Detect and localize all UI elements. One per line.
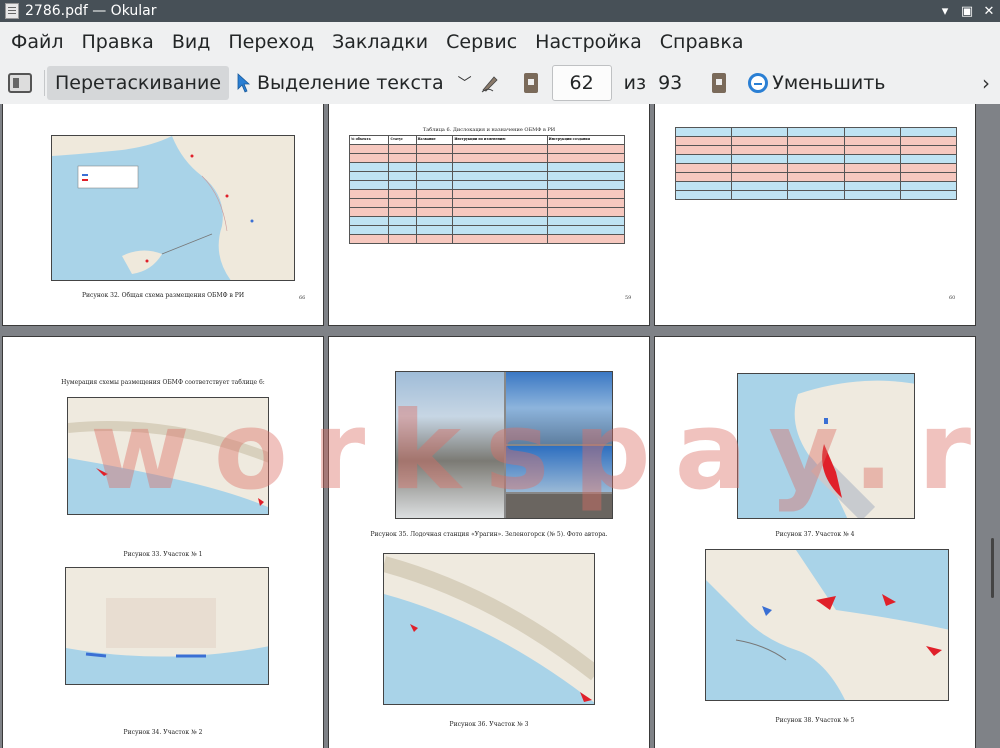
photo: [506, 446, 612, 492]
menu-bookmarks[interactable]: Закладки: [323, 31, 437, 53]
map-figure: [737, 373, 915, 519]
menu-tools[interactable]: Сервис: [437, 31, 526, 53]
figure-caption: Рисунок 37. Участок № 4: [775, 531, 855, 538]
page-thumbnail[interactable]: Рисунок 37. Участок № 4 Рисунок 38. Учас…: [654, 336, 976, 748]
restore-icon[interactable]: ▣: [956, 4, 978, 19]
page-thumbnail[interactable]: Рисунок 32. Общая схема размещения ОБМФ …: [2, 104, 324, 326]
figure-caption: Рисунок 32. Общая схема размещения ОБМФ …: [81, 292, 245, 299]
browse-tool-label: Перетаскивание: [55, 72, 222, 94]
table-row: [348, 153, 626, 163]
intro-text: Нумерация схемы размещения ОБМФ соответс…: [61, 379, 265, 386]
figure-caption: Рисунок 35. Лодочная станция «Урагин». З…: [370, 531, 608, 538]
page-thumbnail[interactable]: Нумерация схемы размещения ОБМФ соответс…: [2, 336, 324, 748]
chevron-down-icon[interactable]: ﹀: [458, 73, 472, 93]
coastline-map: [52, 136, 294, 280]
window-titlebar: 2786.pdf — Okular ▾ ▣ ✕: [0, 0, 1000, 22]
menu-file[interactable]: Файл: [2, 31, 73, 53]
zoom-out-icon: [748, 73, 769, 93]
toolbar-separator: [44, 70, 45, 96]
table-header-cell: Инструкции создания: [546, 135, 626, 145]
table-header-cell: Статус: [388, 135, 417, 145]
map-figure: [705, 549, 949, 701]
coastline-map: [384, 556, 594, 704]
table-row: [674, 190, 958, 200]
table-row: [674, 127, 958, 137]
table-row: [348, 225, 626, 235]
menu-edit[interactable]: Правка: [73, 31, 163, 53]
menu-help[interactable]: Справка: [651, 31, 753, 53]
photo: [506, 372, 612, 444]
map-figure: [51, 135, 295, 281]
page-thumbnail[interactable]: Таблица 6. Дислокация и назначение ОБМФ …: [328, 104, 650, 326]
page-thumbnail[interactable]: 60: [654, 104, 976, 326]
menubar: Файл Правка Вид Переход Закладки Сервис …: [0, 22, 1000, 62]
table-row: [348, 162, 626, 172]
data-table: № объекта Статус Название Инструкции по …: [348, 135, 626, 244]
okular-app-icon: [5, 3, 19, 19]
coastline-map: [68, 421, 268, 514]
table-header-cell: № объекта: [348, 135, 390, 145]
table-row: [348, 189, 626, 199]
figure-caption: Рисунок 33. Участок № 1: [123, 551, 203, 558]
vertical-scrollbar[interactable]: [991, 538, 994, 598]
page-of-label: из: [623, 72, 647, 94]
chevron-right-icon[interactable]: ›: [982, 71, 990, 95]
table-row: [348, 171, 626, 181]
table-row: [674, 172, 958, 182]
table-row: [348, 234, 626, 244]
photo: [396, 372, 504, 518]
zoom-out-label: Уменьшить: [772, 72, 886, 94]
cursor-icon: [237, 73, 251, 93]
figure-caption: Рисунок 36. Участок № 3: [449, 721, 529, 728]
text-select-label: Выделение текста: [257, 72, 444, 94]
text-select-tool-button[interactable]: Выделение текста: [229, 66, 452, 100]
figure-caption: Рисунок 34. Участок № 2: [123, 729, 203, 736]
next-page-icon[interactable]: [712, 73, 727, 93]
table-row: [348, 144, 626, 154]
minimize-icon[interactable]: ▾: [934, 4, 956, 19]
page-thumbnail[interactable]: Рисунок 35. Лодочная станция «Урагин». З…: [328, 336, 650, 748]
coastline-map: [794, 380, 914, 518]
close-icon[interactable]: ✕: [978, 4, 1000, 19]
page-total-label: 93: [658, 72, 683, 94]
map-figure: [67, 397, 269, 515]
photo: [506, 494, 612, 518]
photo-collage: [395, 371, 613, 519]
menu-view[interactable]: Вид: [163, 31, 220, 53]
main-toolbar: Перетаскивание Выделение текста ﹀ 62 из …: [0, 62, 1000, 104]
sidebar-toggle-icon[interactable]: [8, 73, 32, 93]
annotation-pen-icon[interactable]: [480, 73, 500, 93]
document-viewport[interactable]: Рисунок 32. Общая схема размещения ОБМФ …: [0, 104, 1000, 748]
table-title: Таблица 6. Дислокация и назначение ОБМФ …: [422, 127, 556, 133]
map-figure: [383, 553, 595, 705]
zoom-out-button[interactable]: Уменьшить: [740, 66, 893, 100]
coastline-map: [66, 598, 268, 684]
table-header-cell: Инструкции по изменению: [452, 135, 548, 145]
page-number: 59: [625, 295, 632, 301]
figure-caption: Рисунок 38. Участок № 5: [775, 717, 855, 724]
table-header-cell: Название: [415, 135, 454, 145]
page-number: 60: [949, 295, 956, 301]
table-row: [674, 181, 958, 191]
table-row: [348, 216, 626, 226]
data-table: [674, 127, 958, 200]
menu-settings[interactable]: Настройка: [526, 31, 651, 53]
table-row: [348, 198, 626, 208]
table-row: [674, 145, 958, 155]
map-figure: [65, 567, 269, 685]
table-row: [348, 180, 626, 190]
page-number-input[interactable]: 62: [551, 65, 612, 101]
coastline-map: [706, 550, 948, 700]
table-row: [674, 154, 958, 164]
browse-tool-button[interactable]: Перетаскивание: [47, 66, 230, 100]
table-row: [348, 207, 626, 217]
previous-page-icon[interactable]: [523, 73, 538, 93]
table-row: [674, 136, 958, 146]
page-number: 66: [299, 295, 306, 301]
window-title: 2786.pdf — Okular: [25, 3, 157, 19]
table-row: [674, 163, 958, 173]
menu-go[interactable]: Переход: [219, 31, 323, 53]
